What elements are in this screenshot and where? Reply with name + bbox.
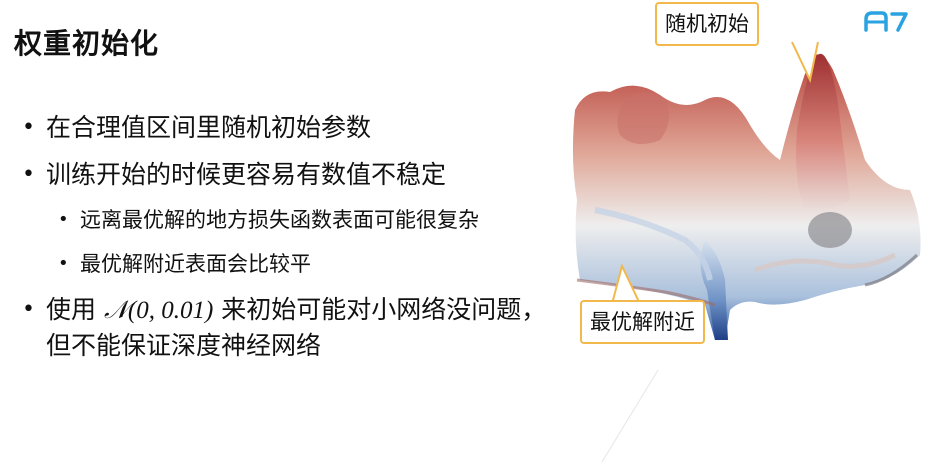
sub-bullet-text: 远离最优解的地方损失函数表面可能很复杂: [80, 208, 479, 232]
bullet-text: 训练开始的时候更容易有数值不稳定: [46, 160, 447, 189]
bullet-dot: •: [22, 115, 35, 140]
callout-top-pointer: [791, 41, 819, 84]
sub-bullet-text: 最优解附近表面会比较平: [80, 252, 311, 276]
bullet-text: 在合理值区间里随机初始参数: [46, 113, 372, 142]
bullet-pre: 使用: [46, 295, 97, 324]
normal-distribution-formula: 𝒩(0, 0.01): [103, 297, 214, 324]
bullet-item: • 使用 𝒩(0, 0.01) 来初始可能对小网络没问题，但不能保证深度神经网络: [18, 292, 558, 363]
bullet-list: • 在合理值区间里随机初始参数 • 训练开始的时候更容易有数值不稳定 • 远离最…: [18, 110, 558, 375]
sub-bullet-item: • 最优解附近表面会比较平: [18, 248, 558, 280]
bullet-dot: •: [58, 209, 69, 230]
slide-title: 权重初始化: [14, 27, 160, 60]
a-logo-icon: [864, 11, 908, 32]
callout-random-init: 随机初始: [655, 2, 759, 46]
callout-bottom-pointer: [611, 263, 641, 304]
bullet-item: • 在合理值区间里随机初始参数: [18, 110, 558, 145]
pointer-line: [601, 370, 659, 462]
loss-surface-image: [572, 53, 921, 340]
callout-near-optimum: 最优解附近: [580, 300, 705, 344]
bullet-dot: •: [22, 162, 35, 187]
bullet-dot: •: [22, 297, 35, 322]
bullet-dot: •: [58, 253, 69, 274]
bullet-item: • 训练开始的时候更容易有数值不稳定: [18, 157, 558, 192]
sub-bullet-item: • 远离最优解的地方损失函数表面可能很复杂: [18, 204, 558, 236]
